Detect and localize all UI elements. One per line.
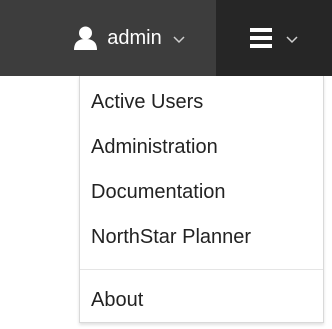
- chevron-down-icon: [285, 32, 299, 46]
- chevron-down-icon: [172, 32, 186, 46]
- user-menu-button[interactable]: admin: [46, 0, 214, 76]
- user-menu-label: admin: [107, 27, 162, 49]
- main-menu-dropdown: Active Users Administration Documentatio…: [79, 76, 324, 323]
- menu-item-administration[interactable]: Administration: [91, 135, 218, 159]
- hamburger-menu-icon: [249, 28, 272, 48]
- menu-item-about[interactable]: About: [91, 288, 143, 312]
- main-menu-button[interactable]: [216, 0, 332, 76]
- menu-divider: [80, 269, 323, 270]
- menu-item-active-users[interactable]: Active Users: [91, 90, 203, 114]
- menu-item-documentation[interactable]: Documentation: [91, 180, 226, 204]
- top-navbar: admin: [0, 0, 332, 76]
- menu-item-northstar-planner[interactable]: NorthStar Planner: [91, 225, 251, 249]
- user-icon: [74, 26, 98, 50]
